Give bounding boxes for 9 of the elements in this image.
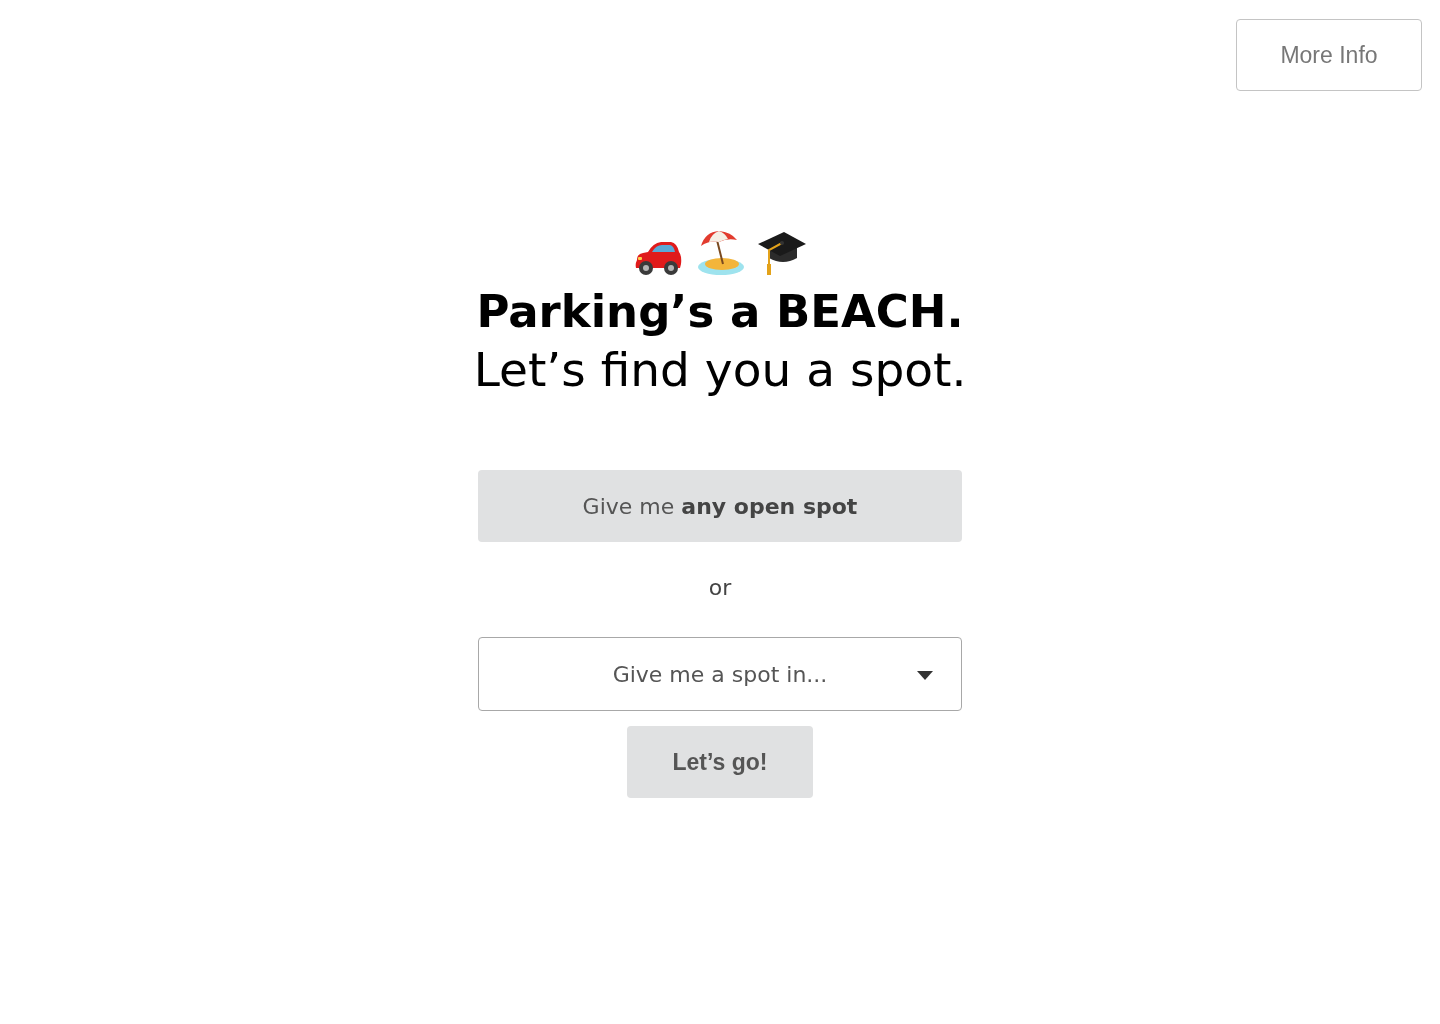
beach-umbrella-icon xyxy=(695,230,745,276)
or-separator: or xyxy=(708,575,732,601)
hero-subtitle: Let’s find you a spot. xyxy=(473,341,967,399)
caret-icon xyxy=(917,671,933,680)
location-dropdown[interactable]: Give me a spot in... xyxy=(478,637,962,711)
more-info-button[interactable]: More Info xyxy=(1236,19,1422,91)
lets-go-button[interactable]: Let’s go! xyxy=(627,726,813,798)
hero-title: Parking’s a BEACH. xyxy=(476,284,964,340)
any-open-spot-button[interactable]: Give me any open spot xyxy=(478,470,962,542)
